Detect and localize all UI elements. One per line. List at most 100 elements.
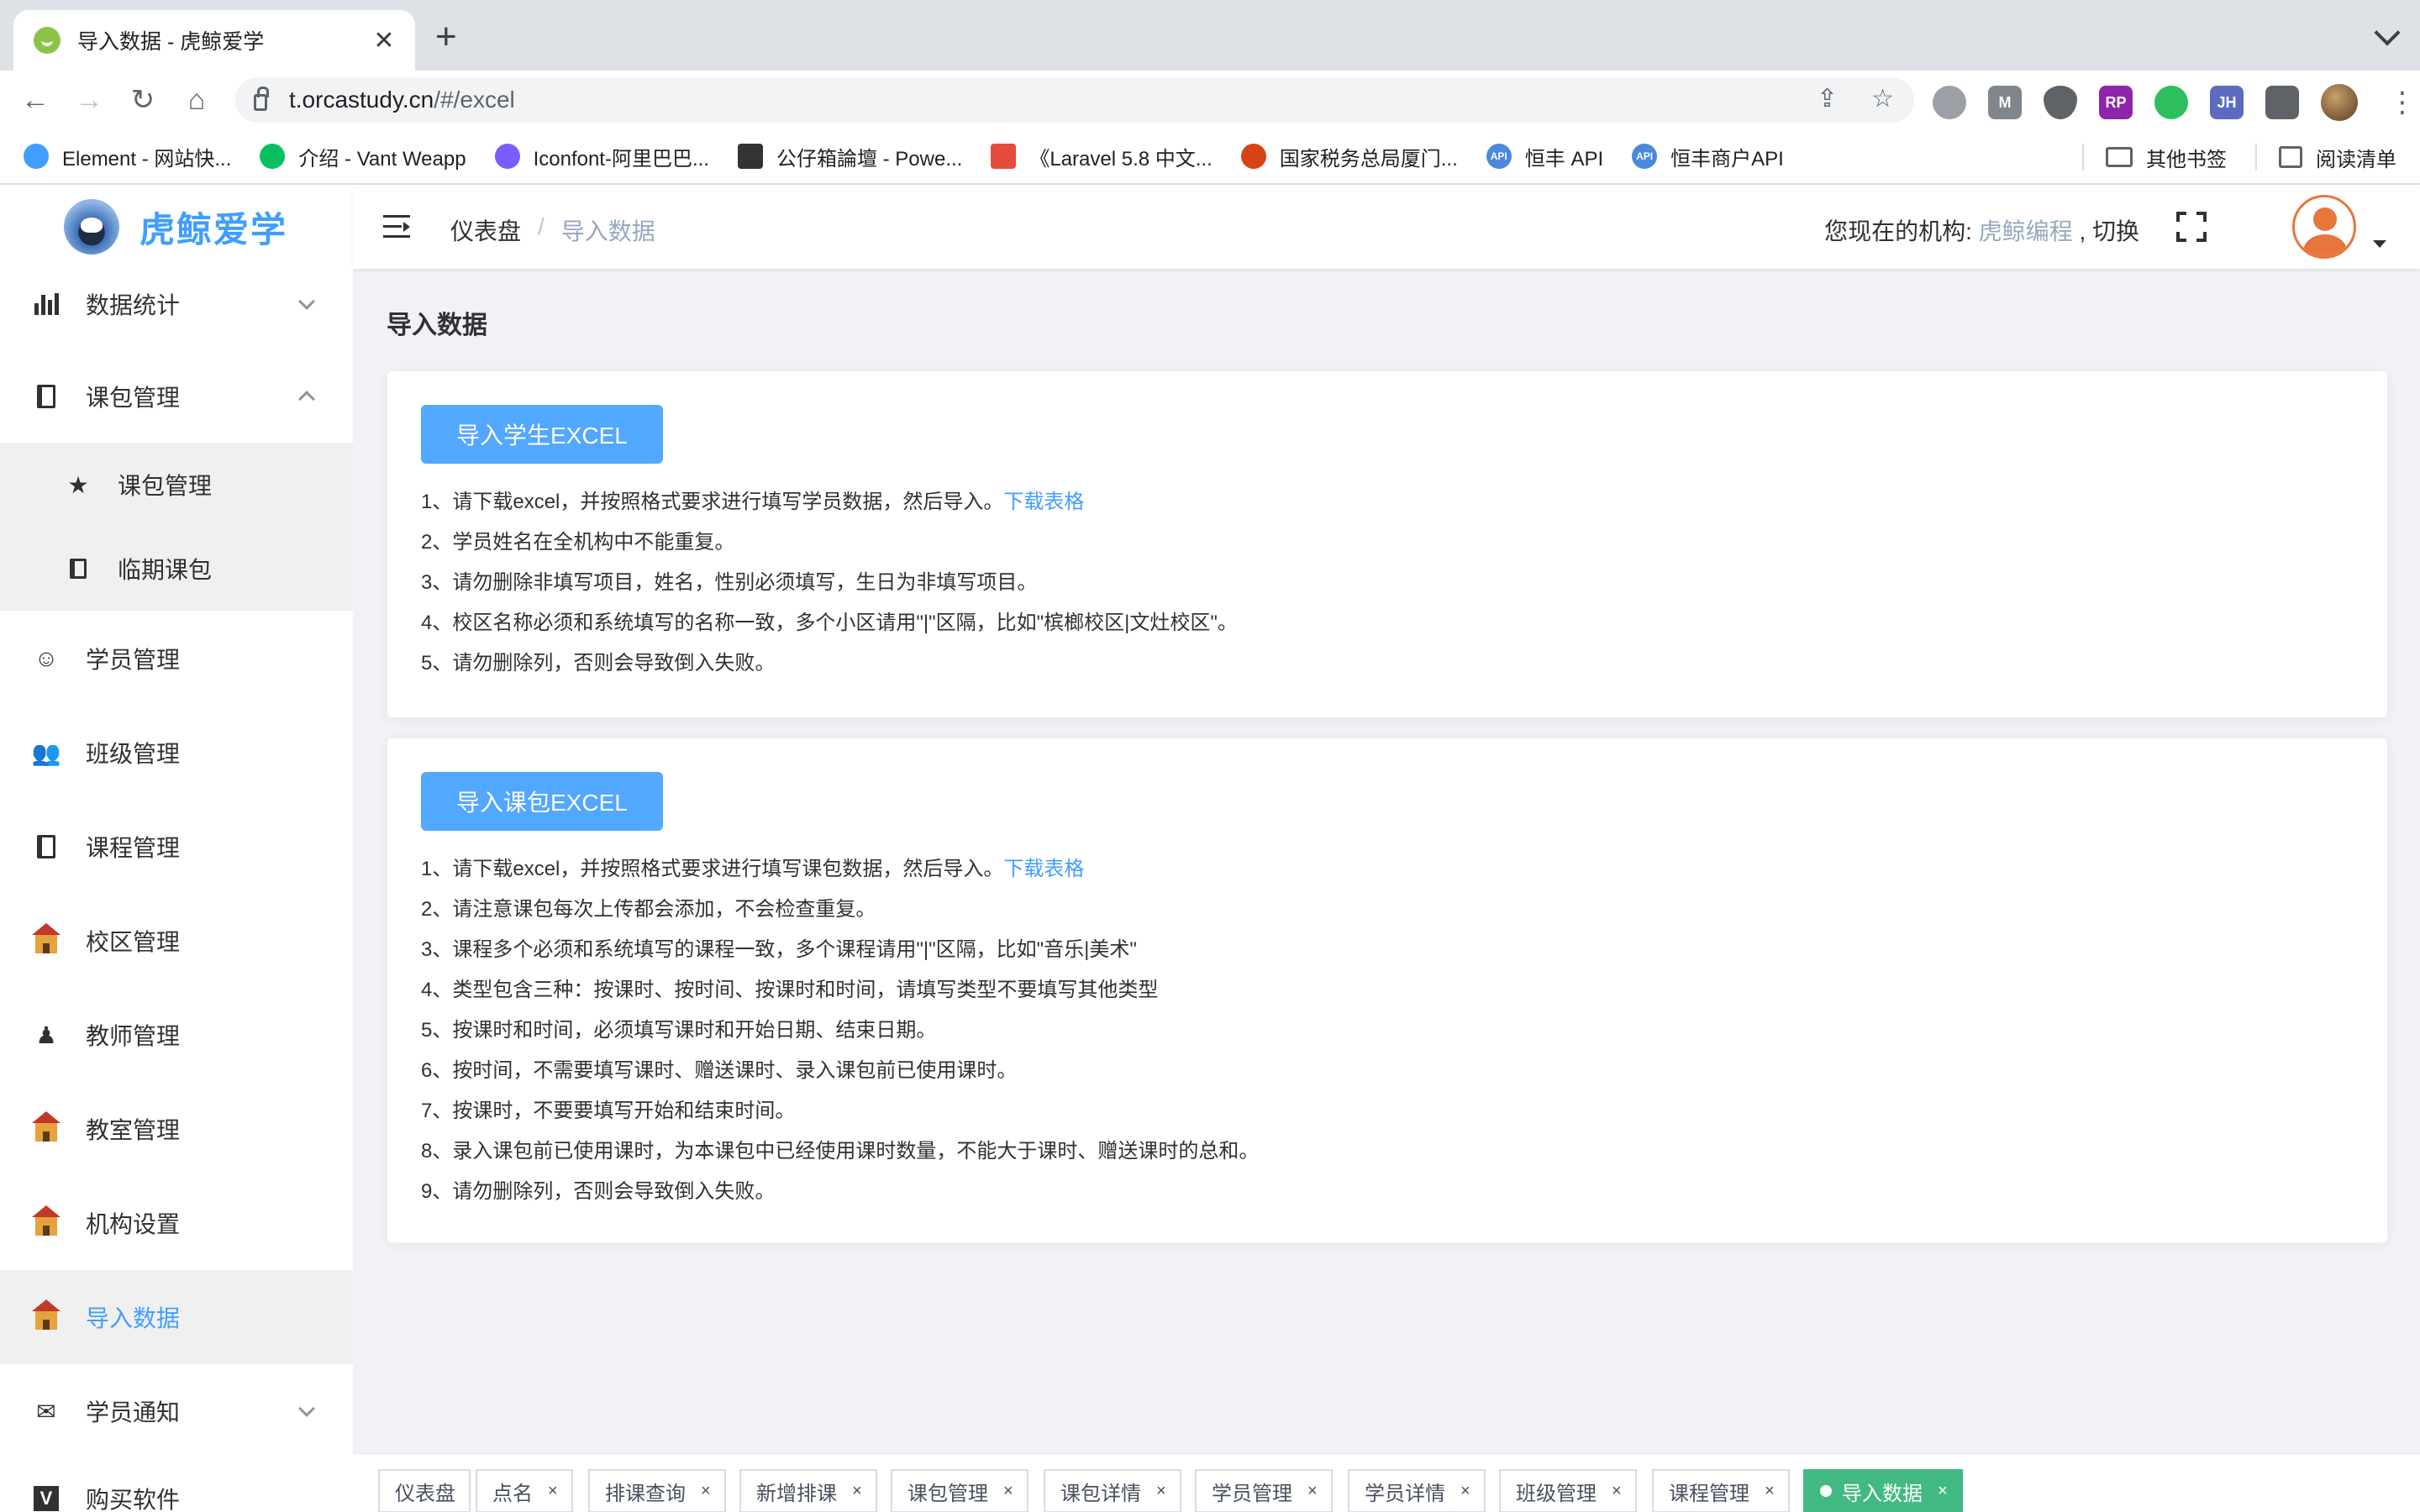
close-tag-icon[interactable]: × bbox=[1307, 1482, 1318, 1501]
sidebar-item-campuses[interactable]: 校区管理 bbox=[0, 894, 353, 988]
close-tag-icon[interactable]: × bbox=[701, 1482, 711, 1501]
reading-list-icon bbox=[2279, 146, 2302, 168]
extension-evernote-icon[interactable] bbox=[2154, 86, 2188, 119]
bookmark-item[interactable]: 介绍 - Vant Weapp bbox=[260, 142, 466, 171]
breadcrumb-separator: / bbox=[538, 213, 544, 239]
extension-shield-icon[interactable] bbox=[2044, 86, 2077, 119]
package-notes: 1、请下载excel，并按照格式要求进行填写课包数据，然后导入。下载表格 2、请… bbox=[421, 849, 2354, 1212]
note-line: 1、请下载excel，并按照格式要求进行填写学员数据，然后导入。下载表格 bbox=[421, 491, 1085, 513]
sidebar-item-packages[interactable]: 课包管理 bbox=[0, 349, 353, 444]
tag-package-management[interactable]: 课包管理 × bbox=[891, 1469, 1028, 1512]
close-tag-icon[interactable]: × bbox=[1156, 1482, 1166, 1501]
collapse-menu-icon[interactable] bbox=[383, 215, 410, 239]
tag-package-detail[interactable]: 课包详情 × bbox=[1044, 1469, 1181, 1512]
import-packages-button[interactable]: 导入课包EXCEL bbox=[421, 772, 663, 831]
chevron-down-icon bbox=[298, 1400, 315, 1417]
close-tag-icon[interactable]: × bbox=[1765, 1482, 1775, 1501]
browser-tabstrip: 导入数据 - 虎鲸爱学 ✕ + bbox=[0, 0, 2420, 71]
sidebar-item-classes[interactable]: 👥 班级管理 bbox=[0, 706, 353, 800]
import-students-button[interactable]: 导入学生EXCEL bbox=[421, 405, 663, 464]
browser-tab[interactable]: 导入数据 - 虎鲸爱学 ✕ bbox=[13, 10, 415, 71]
close-tag-icon[interactable]: × bbox=[1612, 1482, 1622, 1501]
sidebar-item-courses[interactable]: 课程管理 bbox=[0, 800, 353, 894]
other-bookmarks[interactable]: 其他书签 bbox=[2106, 143, 2227, 172]
tag-roll-call[interactable]: 点名 × bbox=[476, 1469, 573, 1512]
fullscreen-icon[interactable] bbox=[2176, 212, 2207, 242]
tag-new-schedule[interactable]: 新增排课 × bbox=[739, 1469, 877, 1512]
extension-jh-icon[interactable]: JH bbox=[2210, 86, 2244, 119]
active-dot-icon bbox=[1820, 1485, 1832, 1497]
note-line: 6、按时间，不需要填写课时、赠送课时、录入课包前已使用课时。 bbox=[421, 1059, 1018, 1082]
extensions-puzzle-icon[interactable] bbox=[2265, 86, 2299, 119]
user-avatar[interactable] bbox=[2292, 195, 2356, 259]
bookmark-item[interactable]: Iconfont-阿里巴巴... bbox=[494, 142, 709, 171]
back-arrow-icon[interactable]: ← bbox=[8, 73, 62, 127]
app-header: 仪表盘 / 导入数据 您现在的机构: 虎鲸编程 , 切换 bbox=[353, 185, 2420, 269]
close-tag-icon[interactable]: × bbox=[1460, 1482, 1470, 1501]
bookmark-item[interactable]: API 恒丰商户API bbox=[1632, 142, 1784, 171]
tag-student-management[interactable]: 学员管理 × bbox=[1195, 1469, 1333, 1512]
sidebar-item-classrooms[interactable]: 教室管理 bbox=[0, 1082, 353, 1176]
chevron-down-icon bbox=[298, 293, 315, 310]
bookmark-item[interactable]: Element - 网站快... bbox=[24, 142, 231, 171]
sidebar-item-statistics[interactable]: 数据统计 bbox=[0, 257, 353, 351]
caret-down-icon[interactable] bbox=[2373, 240, 2386, 248]
profile-avatar-icon[interactable] bbox=[2321, 84, 2358, 121]
download-template-link[interactable]: 下载表格 bbox=[1003, 491, 1084, 513]
close-tag-icon[interactable]: × bbox=[1938, 1482, 1948, 1501]
bookmark-item[interactable]: 《Laravel 5.8 中文... bbox=[991, 142, 1213, 171]
bookmark-item[interactable]: 公仔箱論壇 - Powe... bbox=[737, 142, 962, 171]
bookmark-favicon-icon bbox=[991, 144, 1017, 169]
tag-dashboard[interactable]: 仪表盘 bbox=[378, 1469, 471, 1512]
note-line: 9、请勿删除列，否则会导致倒入失败。 bbox=[421, 1180, 776, 1203]
close-tag-icon[interactable]: × bbox=[1003, 1482, 1013, 1501]
reload-icon[interactable]: ↻ bbox=[116, 73, 170, 127]
forward-arrow-icon[interactable]: → bbox=[62, 73, 116, 127]
close-tag-icon[interactable]: × bbox=[852, 1482, 862, 1501]
bookmark-item[interactable]: API 恒丰 API bbox=[1486, 142, 1603, 171]
home-icon[interactable]: ⌂ bbox=[170, 73, 224, 127]
wechat-icon: ✉ bbox=[36, 1398, 56, 1425]
sidebar-item-buy-software[interactable]: V 购买软件 bbox=[0, 1452, 353, 1512]
tag-student-detail[interactable]: 学员详情 × bbox=[1348, 1469, 1486, 1512]
share-icon[interactable]: ⇪ bbox=[1817, 84, 1838, 113]
school-icon bbox=[32, 1299, 60, 1330]
tab-title: 导入数据 - 虎鲸爱学 bbox=[77, 30, 265, 54]
switch-org-link[interactable]: , 切换 bbox=[2079, 218, 2139, 244]
tag-course-management[interactable]: 课程管理 × bbox=[1652, 1469, 1790, 1512]
tag-schedule-query[interactable]: 排课查询 × bbox=[588, 1469, 726, 1512]
reading-list[interactable]: 阅读清单 bbox=[2279, 143, 2396, 172]
note-line: 7、按课时，不要要填写开始和结束时间。 bbox=[421, 1100, 796, 1122]
breadcrumb: 仪表盘 / 导入数据 bbox=[450, 213, 655, 247]
sidebar-subitem-package-management[interactable]: ★ 课包管理 bbox=[0, 443, 353, 527]
close-tab-icon[interactable]: ✕ bbox=[370, 26, 398, 55]
sidebar-subitem-expiring-packages[interactable]: 临期课包 bbox=[0, 527, 353, 611]
tag-import-data[interactable]: 导入数据 × bbox=[1803, 1469, 1963, 1512]
logo[interactable]: 虎鲸爱学 bbox=[0, 185, 353, 269]
bookmark-favicon-icon bbox=[1240, 144, 1266, 169]
api-icon: API bbox=[1632, 144, 1658, 169]
tag-class-management[interactable]: 班级管理 × bbox=[1499, 1469, 1637, 1512]
extension-globe-icon[interactable] bbox=[1933, 86, 1966, 119]
bookmark-separator bbox=[2082, 144, 2084, 171]
sidebar-item-students[interactable]: ☺ 学员管理 bbox=[0, 612, 353, 706]
tab-search-chevron-icon[interactable] bbox=[2374, 19, 2401, 46]
sidebar-item-notifications[interactable]: ✉ 学员通知 bbox=[0, 1364, 353, 1458]
lock-icon bbox=[254, 87, 269, 111]
bookmark-favicon-icon bbox=[494, 144, 520, 169]
address-bar[interactable]: t.orcastudy.cn/#/excel ⇪ ☆ bbox=[235, 77, 1914, 123]
close-tag-icon[interactable]: × bbox=[548, 1482, 558, 1501]
bookmark-item[interactable]: 国家税务总局厦门... bbox=[1240, 142, 1458, 171]
teacher-icon: ♟ bbox=[35, 1021, 57, 1048]
bookmark-star-icon[interactable]: ☆ bbox=[1871, 84, 1894, 113]
sidebar-item-teachers[interactable]: ♟ 教师管理 bbox=[0, 988, 353, 1082]
download-template-link[interactable]: 下载表格 bbox=[1003, 858, 1084, 880]
extension-rp-icon[interactable]: RP bbox=[2099, 86, 2133, 119]
sidebar-item-import-data[interactable]: 导入数据 bbox=[0, 1270, 353, 1364]
browser-menu-icon[interactable]: ⋮ bbox=[2388, 86, 2417, 119]
note-line: 3、请勿删除非填写项目，姓名，性别必须填写，生日为非填写项目。 bbox=[421, 571, 1038, 594]
sidebar-item-org-settings[interactable]: 机构设置 bbox=[0, 1176, 353, 1270]
extension-mail-icon[interactable]: M bbox=[1988, 86, 2022, 119]
new-tab-plus-icon[interactable]: + bbox=[435, 18, 457, 55]
breadcrumb-home[interactable]: 仪表盘 bbox=[450, 213, 521, 247]
